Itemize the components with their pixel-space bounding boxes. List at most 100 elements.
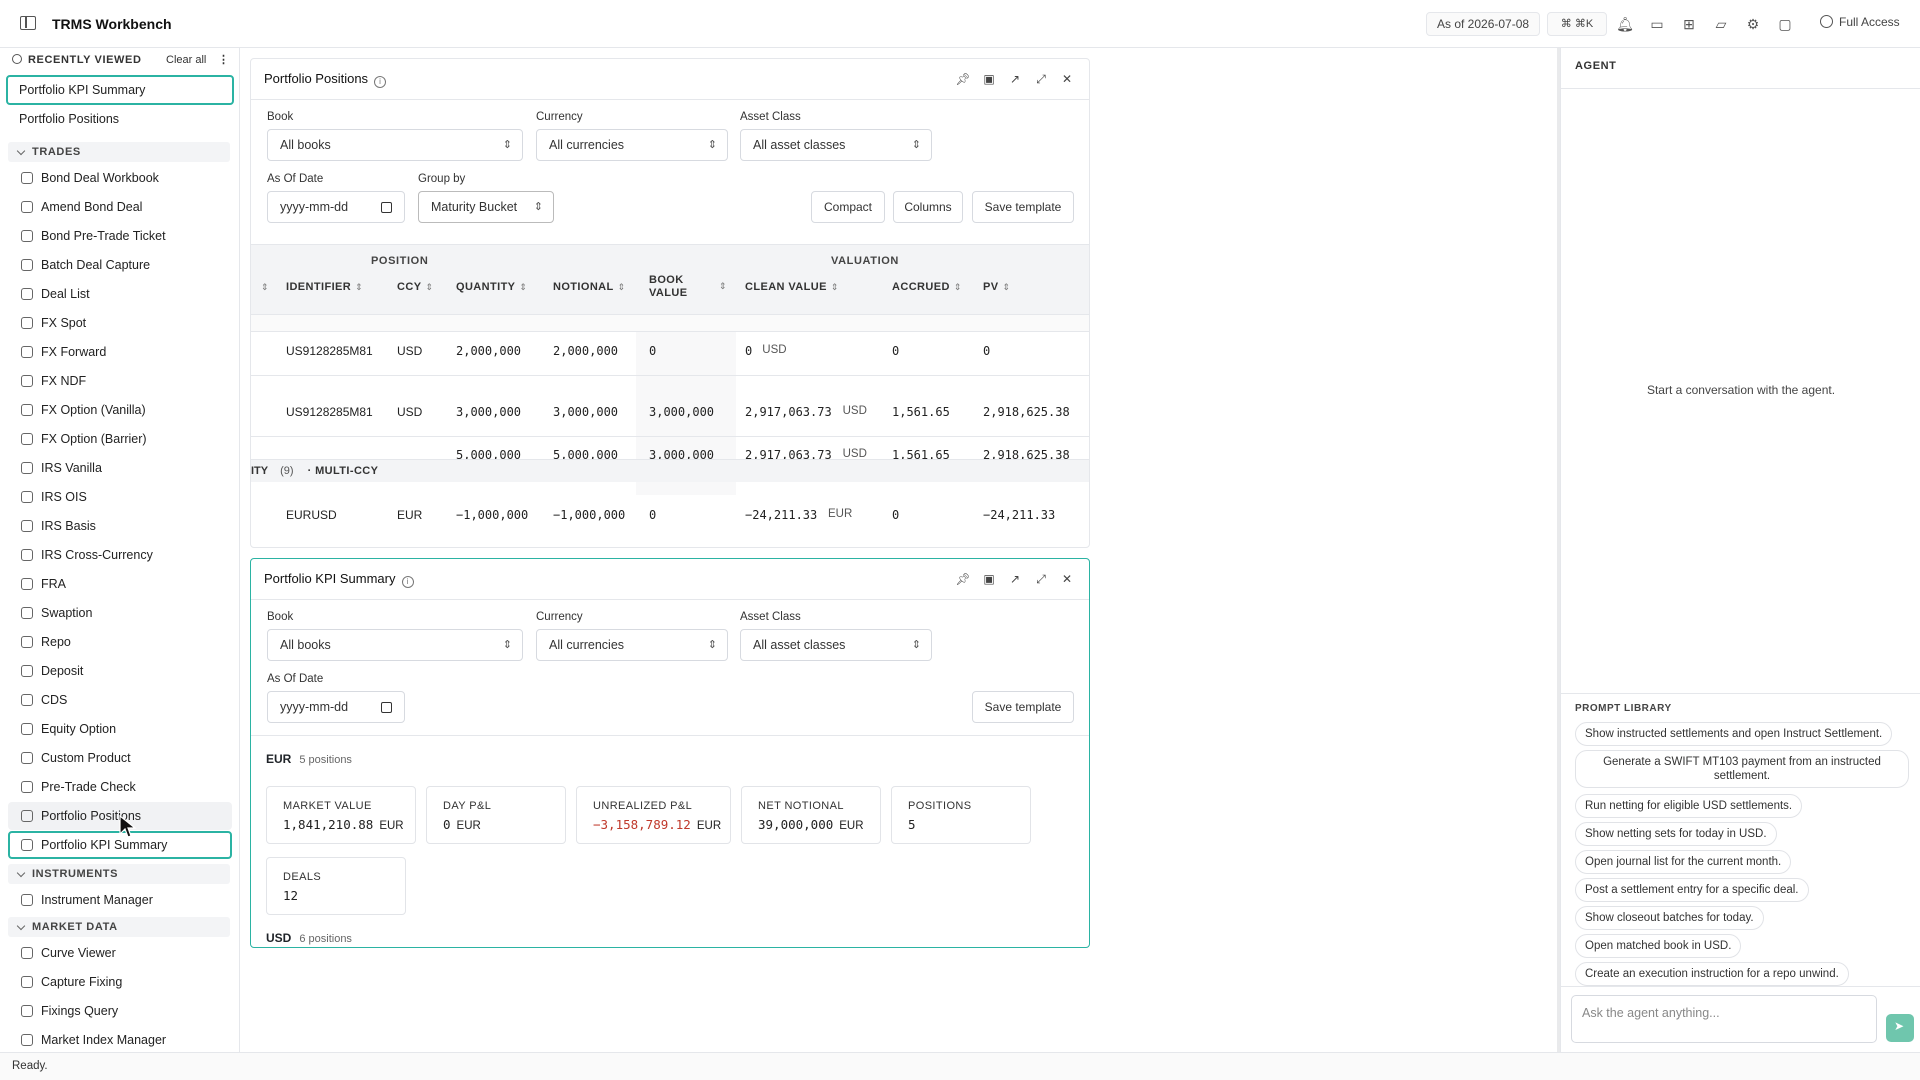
expand-icon[interactable]: ⤢ xyxy=(1033,71,1049,87)
nav-capture-fixing[interactable]: Capture Fixing xyxy=(8,968,232,996)
nav-irs-ois[interactable]: IRS OIS xyxy=(8,483,232,511)
nav-instrument-manager[interactable]: Instrument Manager xyxy=(8,886,232,914)
nav-fx-option-barrier[interactable]: FX Option (Barrier) xyxy=(8,425,232,453)
nav-pre-trade-check[interactable]: Pre-Trade Check xyxy=(8,773,232,801)
asset-class-select[interactable]: All asset classes xyxy=(740,629,932,661)
recent-item-portfolio-kpi-summary[interactable]: Portfolio KPI Summary xyxy=(6,75,234,105)
command-palette-button[interactable]: ⌘ ⌘K xyxy=(1547,12,1607,36)
section-market-data[interactable]: MARKET DATA xyxy=(8,917,230,937)
prompt-chip[interactable]: Post a settlement entry for a specific d… xyxy=(1575,878,1809,902)
prompt-chip[interactable]: Show netting sets for today in USD. xyxy=(1575,822,1777,846)
nav-cds[interactable]: CDS xyxy=(8,686,232,714)
prompt-chip[interactable]: Open journal list for the current month. xyxy=(1575,850,1792,874)
col-clean-value[interactable]: CLEAN VALUE ⇕ xyxy=(745,281,839,293)
info-icon[interactable]: i xyxy=(374,76,387,88)
book-select[interactable]: All books xyxy=(267,629,523,661)
external-link-icon[interactable]: ↗ xyxy=(1007,571,1023,587)
nav-fixings-query[interactable]: Fixings Query xyxy=(8,997,232,1025)
nav-custom-product[interactable]: Custom Product xyxy=(8,744,232,772)
col-identifier[interactable]: IDENTIFIER ⇕ xyxy=(286,281,363,293)
nav-equity-option[interactable]: Equity Option xyxy=(8,715,232,743)
nav-swaption[interactable]: Swaption xyxy=(8,599,232,627)
prompt-chip[interactable]: Show instructed settlements and open Ins… xyxy=(1575,722,1893,746)
calendar-icon[interactable] xyxy=(381,202,392,213)
prompt-chip[interactable]: Create an execution instruction for a re… xyxy=(1575,962,1849,986)
send-icon[interactable] xyxy=(1886,1014,1914,1042)
prompt-chip[interactable]: Show closeout batches for today. xyxy=(1575,906,1764,930)
save-template-button[interactable]: Save template xyxy=(972,691,1074,723)
group-row[interactable]: ITY (9) · MULTI-CCY xyxy=(251,460,1089,482)
sidebar-toggle-icon[interactable] xyxy=(20,16,36,30)
nav-repo[interactable]: Repo xyxy=(8,628,232,656)
as-of-date-input[interactable]: yyyy-mm-dd xyxy=(267,691,405,723)
calendar-icon[interactable] xyxy=(381,702,392,713)
more-vertical-icon[interactable]: ⋮ xyxy=(218,53,230,66)
nav-irs-vanilla[interactable]: IRS Vanilla xyxy=(8,454,232,482)
cell-accrued: 0 xyxy=(892,344,900,358)
folder-icon[interactable]: ▱ xyxy=(1712,15,1730,33)
close-icon[interactable]: ✕ xyxy=(1059,71,1075,87)
prompt-chip[interactable]: Run netting for eligible USD settlements… xyxy=(1575,794,1803,818)
inbox-icon[interactable]: ▭ xyxy=(1648,15,1666,33)
nav-fx-forward[interactable]: FX Forward xyxy=(8,338,232,366)
nav-fx-spot[interactable]: FX Spot xyxy=(8,309,232,337)
section-trades[interactable]: TRADES xyxy=(8,142,230,162)
book-label: Book xyxy=(267,611,294,623)
nav-fra[interactable]: FRA xyxy=(8,570,232,598)
as-of-date-button[interactable]: As of 2026-07-08 xyxy=(1426,12,1541,36)
nav-bond-pre-trade-ticket[interactable]: Bond Pre-Trade Ticket xyxy=(8,222,232,250)
group-by-select[interactable]: Maturity Bucket xyxy=(418,191,554,223)
book-select[interactable]: All books xyxy=(267,129,523,161)
nav-fx-ndf[interactable]: FX NDF xyxy=(8,367,232,395)
save-icon[interactable]: ▣ xyxy=(981,71,997,87)
recent-item-portfolio-positions[interactable]: Portfolio Positions xyxy=(6,105,234,135)
external-link-icon[interactable]: ↗ xyxy=(1007,71,1023,87)
col-accrued[interactable]: ACCRUED ⇕ xyxy=(892,281,962,293)
kpi-card-net-notional: NET NOTIONAL 39,000,000 EUR xyxy=(741,786,881,844)
col-notional[interactable]: NOTIONAL ⇕ xyxy=(553,281,626,293)
currency-select[interactable]: All currencies xyxy=(536,629,728,661)
col-book-value[interactable]: BOOK VALUE ⇕ xyxy=(649,274,727,300)
nav-item-icon xyxy=(21,976,33,988)
section-instruments[interactable]: INSTRUMENTS xyxy=(8,864,230,884)
col-ccy[interactable]: CCY ⇕ xyxy=(397,281,433,293)
gear-icon[interactable]: ⚙ xyxy=(1744,15,1762,33)
agent-heading: AGENT xyxy=(1575,60,1617,72)
table-header: POSITION VALUATION ⇕ IDENTIFIER ⇕ CCY ⇕ QU… xyxy=(251,244,1089,314)
nav-batch-deal-capture[interactable]: Batch Deal Capture xyxy=(8,251,232,279)
chat-icon[interactable]: ▢ xyxy=(1776,15,1794,33)
asset-class-select[interactable]: All asset classes xyxy=(740,129,932,161)
nav-irs-basis[interactable]: IRS Basis xyxy=(8,512,232,540)
nav-amend-bond-deal[interactable]: Amend Bond Deal xyxy=(8,193,232,221)
nav-irs-cross-currency[interactable]: IRS Cross-Currency xyxy=(8,541,232,569)
bell-icon[interactable]: 🔔︎ xyxy=(1616,15,1634,33)
nav-label: FX Spot xyxy=(41,316,87,330)
prompt-chip[interactable]: Open matched book in USD. xyxy=(1575,934,1742,958)
pin-icon[interactable]: 📌︎ xyxy=(955,71,971,87)
clear-all-button[interactable]: Clear all xyxy=(166,54,206,66)
nav-market-index-manager[interactable]: Market Index Manager xyxy=(8,1026,232,1052)
nav-fx-option-vanilla[interactable]: FX Option (Vanilla) xyxy=(8,396,232,424)
save-icon[interactable]: ▣ xyxy=(981,571,997,587)
col-quantity[interactable]: QUANTITY ⇕ xyxy=(456,281,527,293)
nav-bond-deal-workbook[interactable]: Bond Deal Workbook xyxy=(8,164,232,192)
save-template-button[interactable]: Save template xyxy=(972,191,1074,223)
agent-input[interactable]: Ask the agent anything... xyxy=(1571,995,1877,1043)
sort-icon[interactable]: ⇕ xyxy=(257,281,269,293)
access-menu[interactable]: Full Access xyxy=(1820,15,1900,29)
nav-deal-list[interactable]: Deal List xyxy=(8,280,232,308)
info-icon[interactable]: i xyxy=(401,576,414,588)
close-icon[interactable]: ✕ xyxy=(1059,571,1075,587)
nav-label: Amend Bond Deal xyxy=(41,200,143,214)
nav-deposit[interactable]: Deposit xyxy=(8,657,232,685)
currency-select[interactable]: All currencies xyxy=(536,129,728,161)
compact-button[interactable]: Compact xyxy=(811,191,885,223)
pin-icon[interactable]: 📌︎ xyxy=(955,571,971,587)
layout-icon[interactable]: ⊞ xyxy=(1680,15,1698,33)
nav-curve-viewer[interactable]: Curve Viewer xyxy=(8,939,232,967)
prompt-chip[interactable]: Generate a SWIFT MT103 payment from an i… xyxy=(1575,750,1909,788)
expand-icon[interactable]: ⤢ xyxy=(1033,571,1049,587)
columns-button[interactable]: Columns xyxy=(893,191,963,223)
as-of-date-input[interactable]: yyyy-mm-dd xyxy=(267,191,405,223)
col-pv[interactable]: PV ⇕ xyxy=(983,281,1010,293)
